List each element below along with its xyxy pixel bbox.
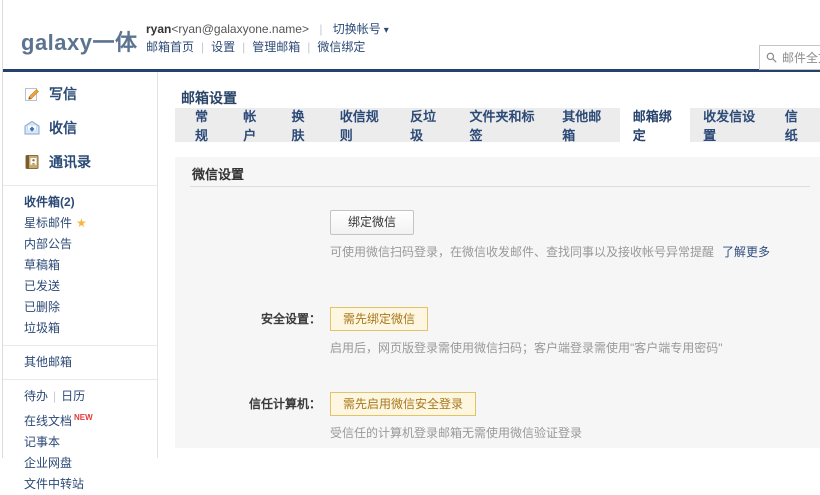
contacts-book-icon [24, 154, 40, 170]
sidebar-item-file-transfer[interactable]: 文件中转站 [3, 474, 157, 495]
tab-mail-rules[interactable]: 收信规则 [327, 108, 397, 142]
sidebar-item-announcements[interactable]: 内部公告 [3, 234, 157, 255]
sidebar-item-inbox[interactable]: 收件箱(2) [3, 192, 157, 213]
user-block: ryan<ryan@galaxyone.name> | 切换帐号▾ 邮箱首页 | 设… [146, 21, 389, 56]
divider [3, 379, 157, 380]
folder-list: 收件箱(2) 星标邮件★ 内部公告 草稿箱 已发送 已删除 垃圾箱 [3, 192, 157, 339]
receive-button[interactable]: 收信 [3, 111, 157, 145]
tab-send-receive[interactable]: 收发信设置 [690, 108, 772, 142]
inbox-envelope-icon [24, 120, 40, 136]
tab-account[interactable]: 帐户 [230, 108, 278, 142]
contacts-button[interactable]: 通讯录 [3, 145, 157, 179]
sidebar-item-notepad[interactable]: 记事本 [3, 432, 157, 453]
search-box[interactable] [759, 45, 820, 70]
trusted-computer-label: 信任计算机： [205, 392, 321, 416]
contacts-label: 通讯录 [49, 152, 91, 172]
separator: | [307, 40, 310, 54]
new-badge: NEW [74, 413, 93, 422]
other-mail-list: 其他邮箱 [3, 352, 157, 373]
sidebar-item-online-docs[interactable]: 在线文档NEW [3, 407, 157, 432]
compose-pencil-icon [24, 86, 40, 102]
settings-tabbar: 常规 帐户 换肤 收信规则 反垃圾 文件夹和标签 其他邮箱 邮箱绑定 收发信设置… [175, 108, 820, 142]
need-enable-wechat-login-button[interactable]: 需先启用微信安全登录 [330, 392, 476, 416]
calendar-link[interactable]: 日历 [61, 389, 85, 403]
tab-skin[interactable]: 换肤 [278, 108, 326, 142]
sidebar-item-junk[interactable]: 垃圾箱 [3, 318, 157, 339]
search-input[interactable] [782, 51, 820, 65]
compose-label: 写信 [49, 84, 77, 104]
need-bind-wechat-button[interactable]: 需先绑定微信 [330, 307, 428, 331]
page: galaxy一体 ryan<ryan@galaxyone.name> | 切换帐… [2, 0, 820, 458]
trusted-description: 受信任的计算机登录邮箱无需使用微信验证登录 [330, 424, 582, 441]
user-name: ryan [146, 22, 171, 36]
nav-wechat-bind[interactable]: 微信绑定 [317, 40, 365, 54]
separator: | [242, 40, 245, 54]
tool-list: 待办 | 日历 在线文档NEW 记事本 企业网盘 文件中转站 [3, 386, 157, 495]
nav-settings[interactable]: 设置 [211, 40, 235, 54]
main-content: 邮箱设置 常规 帐户 换肤 收信规则 反垃圾 文件夹和标签 其他邮箱 邮箱绑定 … [159, 72, 820, 458]
separator: | [53, 389, 56, 403]
sidebar-item-todo-calendar: 待办 | 日历 [3, 386, 157, 407]
header: galaxy一体 ryan<ryan@galaxyone.name> | 切换帐… [3, 0, 820, 72]
sidebar-item-drafts[interactable]: 草稿箱 [3, 255, 157, 276]
sidebar-item-deleted[interactable]: 已删除 [3, 297, 157, 318]
todo-link[interactable]: 待办 [24, 389, 48, 403]
search-icon [766, 51, 777, 64]
separator: | [319, 22, 322, 36]
user-email: <ryan@galaxyone.name> [171, 22, 309, 36]
switch-account-link[interactable]: 切换帐号▾ [333, 22, 389, 36]
nav-manage-mail[interactable]: 管理邮箱 [252, 40, 300, 54]
sidebar-item-sent[interactable]: 已发送 [3, 276, 157, 297]
bind-description: 可使用微信扫码登录，在微信收发邮件、查找同事以及接收帐号异常提醒了解更多 [330, 243, 770, 260]
tab-stationery[interactable]: 信纸 [772, 108, 820, 142]
sidebar-item-starred[interactable]: 星标邮件★ [3, 213, 157, 234]
sidebar: 写信 收信 通讯录 收件箱(2) 星标邮件★ 内部公告 [3, 72, 158, 458]
divider [3, 185, 157, 186]
receive-label: 收信 [49, 118, 77, 138]
separator: | [201, 40, 204, 54]
security-settings-label: 安全设置： [205, 307, 321, 331]
divider [190, 186, 810, 187]
tab-folders-labels[interactable]: 文件夹和标签 [457, 108, 550, 142]
sidebar-item-other-mailboxes[interactable]: 其他邮箱 [3, 352, 157, 373]
nav-mail-home[interactable]: 邮箱首页 [146, 40, 194, 54]
tab-mailbox-binding[interactable]: 邮箱绑定 [620, 108, 690, 142]
tab-other-mailboxes[interactable]: 其他邮箱 [549, 108, 619, 142]
section-title: 微信设置 [192, 164, 244, 183]
tab-general[interactable]: 常规 [182, 108, 230, 142]
wechat-settings-panel: 微信设置 绑定微信 可使用微信扫码登录，在微信收发邮件、查找同事以及接收帐号异常… [175, 157, 820, 448]
compose-button[interactable]: 写信 [3, 77, 157, 111]
bind-description-text: 可使用微信扫码登录，在微信收发邮件、查找同事以及接收帐号异常提醒 [330, 245, 714, 259]
user-line: ryan<ryan@galaxyone.name> | 切换帐号▾ [146, 21, 389, 39]
page-title: 邮箱设置 [181, 88, 237, 108]
bind-wechat-button[interactable]: 绑定微信 [330, 210, 414, 235]
chevron-down-icon: ▾ [384, 25, 389, 36]
security-description: 启用后，网页版登录需使用微信扫码；客户端登录需使用"客户端专用密码" [330, 339, 723, 356]
tab-antispam[interactable]: 反垃圾 [397, 108, 456, 142]
sidebar-item-enterprise-disk[interactable]: 企业网盘 [3, 453, 157, 474]
learn-more-link[interactable]: 了解更多 [722, 245, 770, 259]
header-nav: 邮箱首页 | 设置 | 管理邮箱 | 微信绑定 [146, 39, 389, 56]
logo[interactable]: galaxy一体 [21, 25, 138, 57]
divider [3, 345, 157, 346]
star-icon: ★ [76, 216, 87, 230]
